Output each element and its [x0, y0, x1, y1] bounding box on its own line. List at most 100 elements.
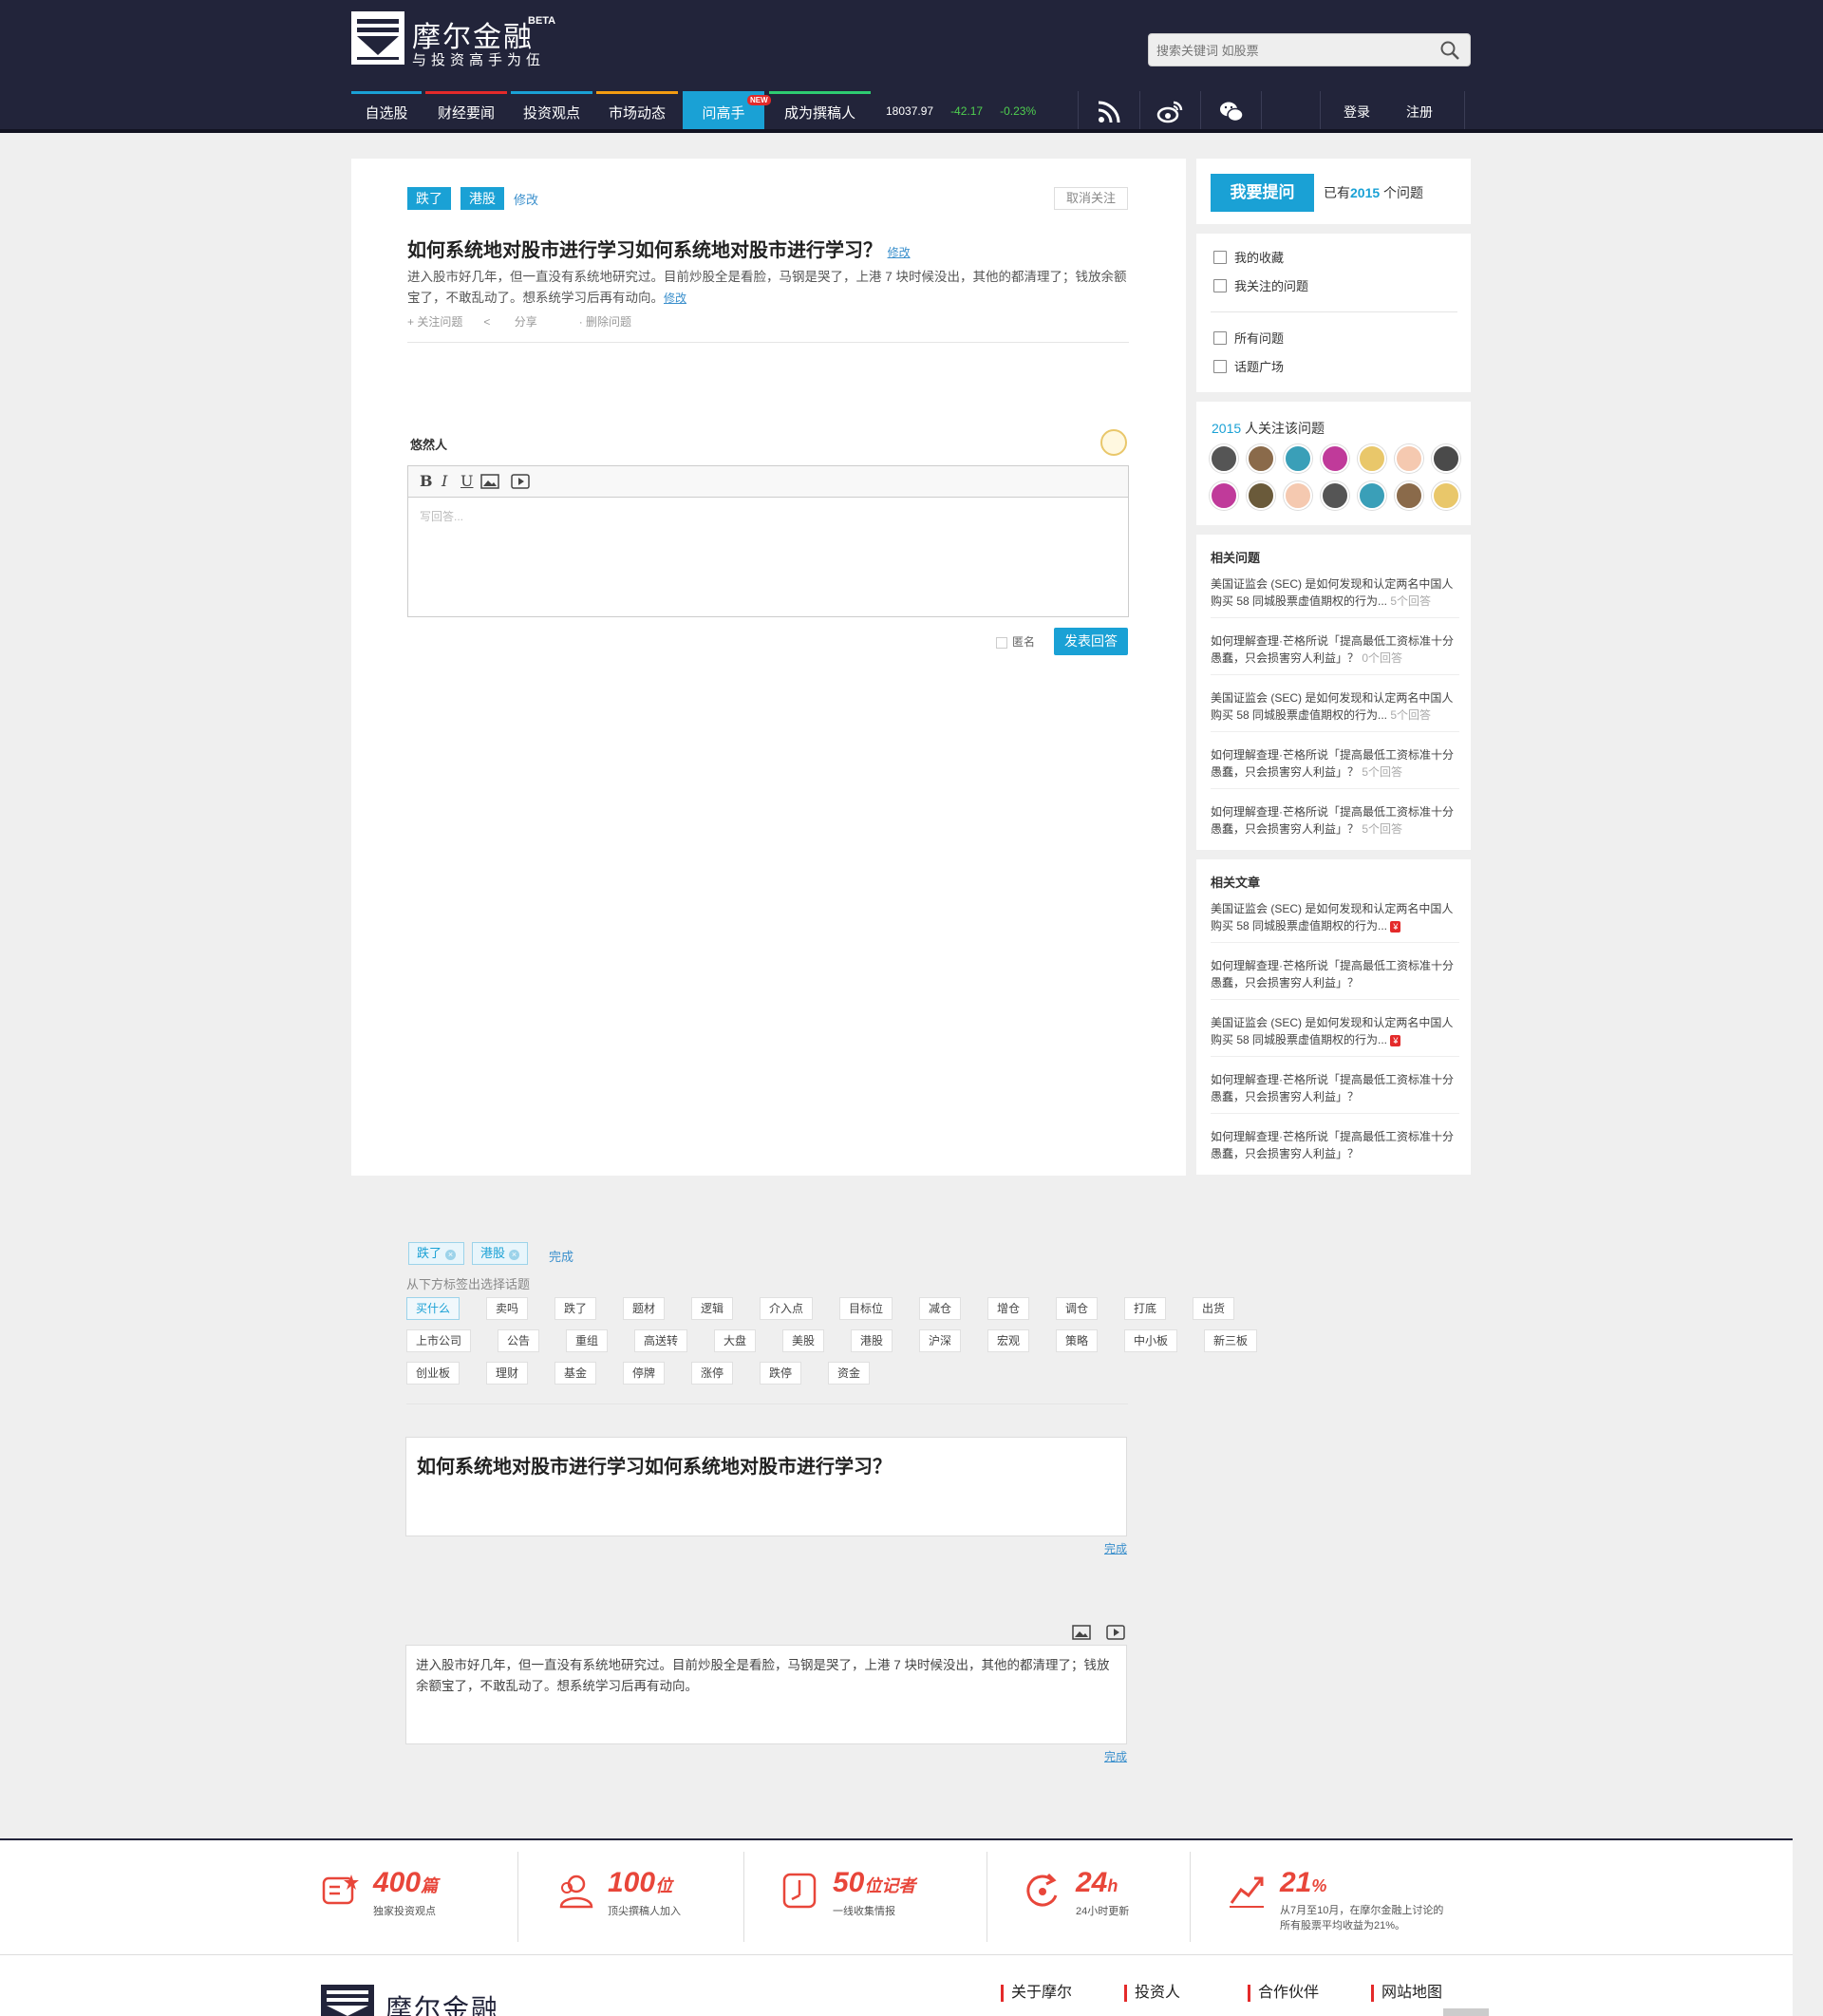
nav-item-become-writer[interactable]: 成为撰稿人: [769, 91, 871, 129]
candidate-tag[interactable]: 理财: [486, 1362, 529, 1385]
candidate-tag[interactable]: 创业板: [406, 1362, 460, 1385]
follower-avatar[interactable]: [1284, 444, 1312, 473]
candidate-tag[interactable]: 调仓: [1056, 1297, 1099, 1320]
search-input[interactable]: [1156, 39, 1432, 62]
follower-avatar[interactable]: [1321, 481, 1349, 510]
underline-icon[interactable]: U: [460, 472, 473, 490]
nav-item-investment-views[interactable]: 投资观点: [511, 91, 592, 129]
follower-avatar[interactable]: [1284, 481, 1312, 510]
candidate-tag[interactable]: 美股: [782, 1329, 825, 1352]
description-done-link[interactable]: 完成: [1104, 1748, 1127, 1764]
nav-item-watchlist[interactable]: 自选股: [351, 91, 422, 129]
login-link[interactable]: 登录: [1344, 104, 1370, 120]
follower-avatar[interactable]: [1247, 481, 1275, 510]
candidate-tag[interactable]: 买什么: [406, 1297, 460, 1320]
candidate-tag[interactable]: 停牌: [623, 1362, 666, 1385]
follower-avatar[interactable]: [1395, 481, 1423, 510]
rss-icon[interactable]: [1096, 99, 1122, 125]
candidate-tag[interactable]: 策略: [1056, 1329, 1099, 1352]
related-question-item[interactable]: 美国证监会 (SEC) 是如何发现和认定两名中国人购买 58 同城股票虚值期权的…: [1211, 575, 1459, 618]
candidate-tag[interactable]: 增仓: [987, 1297, 1030, 1320]
candidate-tag[interactable]: 打底: [1124, 1297, 1167, 1320]
candidate-tag[interactable]: 题材: [623, 1297, 666, 1320]
image-icon[interactable]: [480, 474, 499, 489]
follower-avatar[interactable]: [1358, 481, 1386, 510]
candidate-tag[interactable]: 跌了: [554, 1297, 597, 1320]
related-question-item[interactable]: 如何理解查理·芒格所说「提高最低工资标准十分愚蠢，只会损害穷人利益」？ 0个回答: [1211, 632, 1459, 675]
follower-avatar[interactable]: [1210, 444, 1238, 473]
follower-avatar[interactable]: [1358, 444, 1386, 473]
title-done-link[interactable]: 完成: [1104, 1540, 1127, 1556]
candidate-tag[interactable]: 重组: [566, 1329, 609, 1352]
follower-avatar[interactable]: [1432, 444, 1460, 473]
follower-avatar[interactable]: [1395, 444, 1423, 473]
related-article-item[interactable]: 美国证监会 (SEC) 是如何发现和认定两名中国人购买 58 同城股票虚值期权的…: [1211, 900, 1459, 943]
search-icon[interactable]: [1439, 40, 1460, 61]
sidebar-item-favorites[interactable]: 我的收藏: [1213, 248, 1284, 266]
image-icon[interactable]: [1072, 1625, 1091, 1640]
anonymous-checkbox[interactable]: [996, 636, 1007, 649]
follower-avatar[interactable]: [1210, 481, 1238, 510]
related-article-item[interactable]: 如何理解查理·芒格所说「提高最低工资标准十分愚蠢，只会损害穷人利益」？: [1211, 1071, 1459, 1114]
selected-tag[interactable]: 跌了 ×: [408, 1242, 465, 1265]
wechat-icon[interactable]: [1218, 99, 1245, 125]
bold-icon[interactable]: B: [420, 472, 433, 490]
candidate-tag[interactable]: 大盘: [714, 1329, 757, 1352]
italic-icon[interactable]: I: [442, 472, 447, 490]
tags-done-link[interactable]: 完成: [549, 1247, 573, 1265]
register-link[interactable]: 注册: [1406, 104, 1433, 120]
ask-question-button[interactable]: 我要提问: [1211, 174, 1314, 212]
unfollow-button[interactable]: 取消关注: [1054, 187, 1128, 210]
footer-link-about[interactable]: 关于摩尔: [1001, 1985, 1072, 2002]
footer-link-investors[interactable]: 投资人: [1124, 1985, 1180, 2002]
site-logo[interactable]: 摩尔金融 BETA 与投资高手为伍: [351, 11, 560, 68]
related-article-item[interactable]: 如何理解查理·芒格所说「提高最低工资标准十分愚蠢，只会损害穷人利益」？: [1211, 957, 1459, 1000]
candidate-tag[interactable]: 资金: [828, 1362, 871, 1385]
answer-textarea[interactable]: 写回答...: [420, 508, 463, 524]
follower-avatar[interactable]: [1432, 481, 1460, 510]
candidate-tag[interactable]: 沪深: [919, 1329, 962, 1352]
footer-link-partners[interactable]: 合作伙伴: [1248, 1985, 1319, 2002]
candidate-tag[interactable]: 高送转: [634, 1329, 688, 1352]
candidate-tag[interactable]: 基金: [554, 1362, 597, 1385]
video-icon[interactable]: [511, 474, 530, 489]
candidate-tag[interactable]: 出货: [1193, 1297, 1235, 1320]
follow-question-link[interactable]: + 关注问题: [407, 315, 462, 329]
candidate-tag[interactable]: 减仓: [919, 1297, 962, 1320]
remove-tag-icon[interactable]: ×: [445, 1250, 457, 1260]
related-question-item[interactable]: 如何理解查理·芒格所说「提高最低工资标准十分愚蠢，只会损害穷人利益」？ 5个回答: [1211, 746, 1459, 789]
footer-logo[interactable]: 摩尔金融: [321, 1985, 568, 2016]
related-question-item[interactable]: 如何理解查理·芒格所说「提高最低工资标准十分愚蠢，只会损害穷人利益」？ 5个回答: [1211, 803, 1459, 845]
footer-link-sitemap[interactable]: 网站地图: [1371, 1985, 1442, 2002]
related-article-item[interactable]: 如何理解查理·芒格所说「提高最低工资标准十分愚蠢，只会损害穷人利益」？: [1211, 1128, 1459, 1170]
candidate-tag[interactable]: 港股: [851, 1329, 893, 1352]
edit-title-link[interactable]: 修改: [888, 246, 911, 259]
question-tag[interactable]: 跌了: [407, 187, 451, 210]
follower-avatar[interactable]: [1247, 444, 1275, 473]
nav-item-finance-news[interactable]: 财经要闻: [425, 91, 507, 129]
title-edit-field[interactable]: 如何系统地对股市进行学习如何系统地对股市进行学习？: [405, 1437, 1127, 1536]
candidate-tag[interactable]: 新三板: [1204, 1329, 1258, 1352]
back-to-top-tab[interactable]: [1443, 2008, 1489, 2016]
sidebar-item-topic-square[interactable]: 话题广场: [1213, 357, 1284, 375]
candidate-tag[interactable]: 宏观: [987, 1329, 1030, 1352]
candidate-tag[interactable]: 上市公司: [406, 1329, 472, 1352]
share-link[interactable]: < 分享: [483, 315, 557, 329]
video-icon[interactable]: [1106, 1625, 1125, 1640]
candidate-tag[interactable]: 卖吗: [486, 1297, 529, 1320]
related-article-item[interactable]: 美国证监会 (SEC) 是如何发现和认定两名中国人购买 58 同城股票虚值期权的…: [1211, 1014, 1459, 1057]
remove-tag-icon[interactable]: ×: [509, 1250, 520, 1260]
question-tag[interactable]: 港股: [460, 187, 504, 210]
candidate-tag[interactable]: 目标位: [839, 1297, 893, 1320]
nav-item-market-news[interactable]: 市场动态: [596, 91, 678, 129]
anonymous-option[interactable]: 匿名: [996, 633, 1035, 650]
sidebar-item-all-questions[interactable]: 所有问题: [1213, 329, 1284, 347]
description-edit-field[interactable]: 进入股市好几年，但一直没有系统地研究过。目前炒股全是看脸，马钢是哭了，上港 7 …: [405, 1645, 1127, 1744]
selected-tag[interactable]: 港股 ×: [472, 1242, 529, 1265]
submit-answer-button[interactable]: 发表回答: [1054, 628, 1128, 655]
related-question-item[interactable]: 美国证监会 (SEC) 是如何发现和认定两名中国人购买 58 同城股票虚值期权的…: [1211, 689, 1459, 732]
candidate-tag[interactable]: 逻辑: [691, 1297, 734, 1320]
candidate-tag[interactable]: 跌停: [760, 1362, 802, 1385]
candidate-tag[interactable]: 介入点: [760, 1297, 814, 1320]
sidebar-item-followed-questions[interactable]: 我关注的问题: [1213, 276, 1308, 294]
